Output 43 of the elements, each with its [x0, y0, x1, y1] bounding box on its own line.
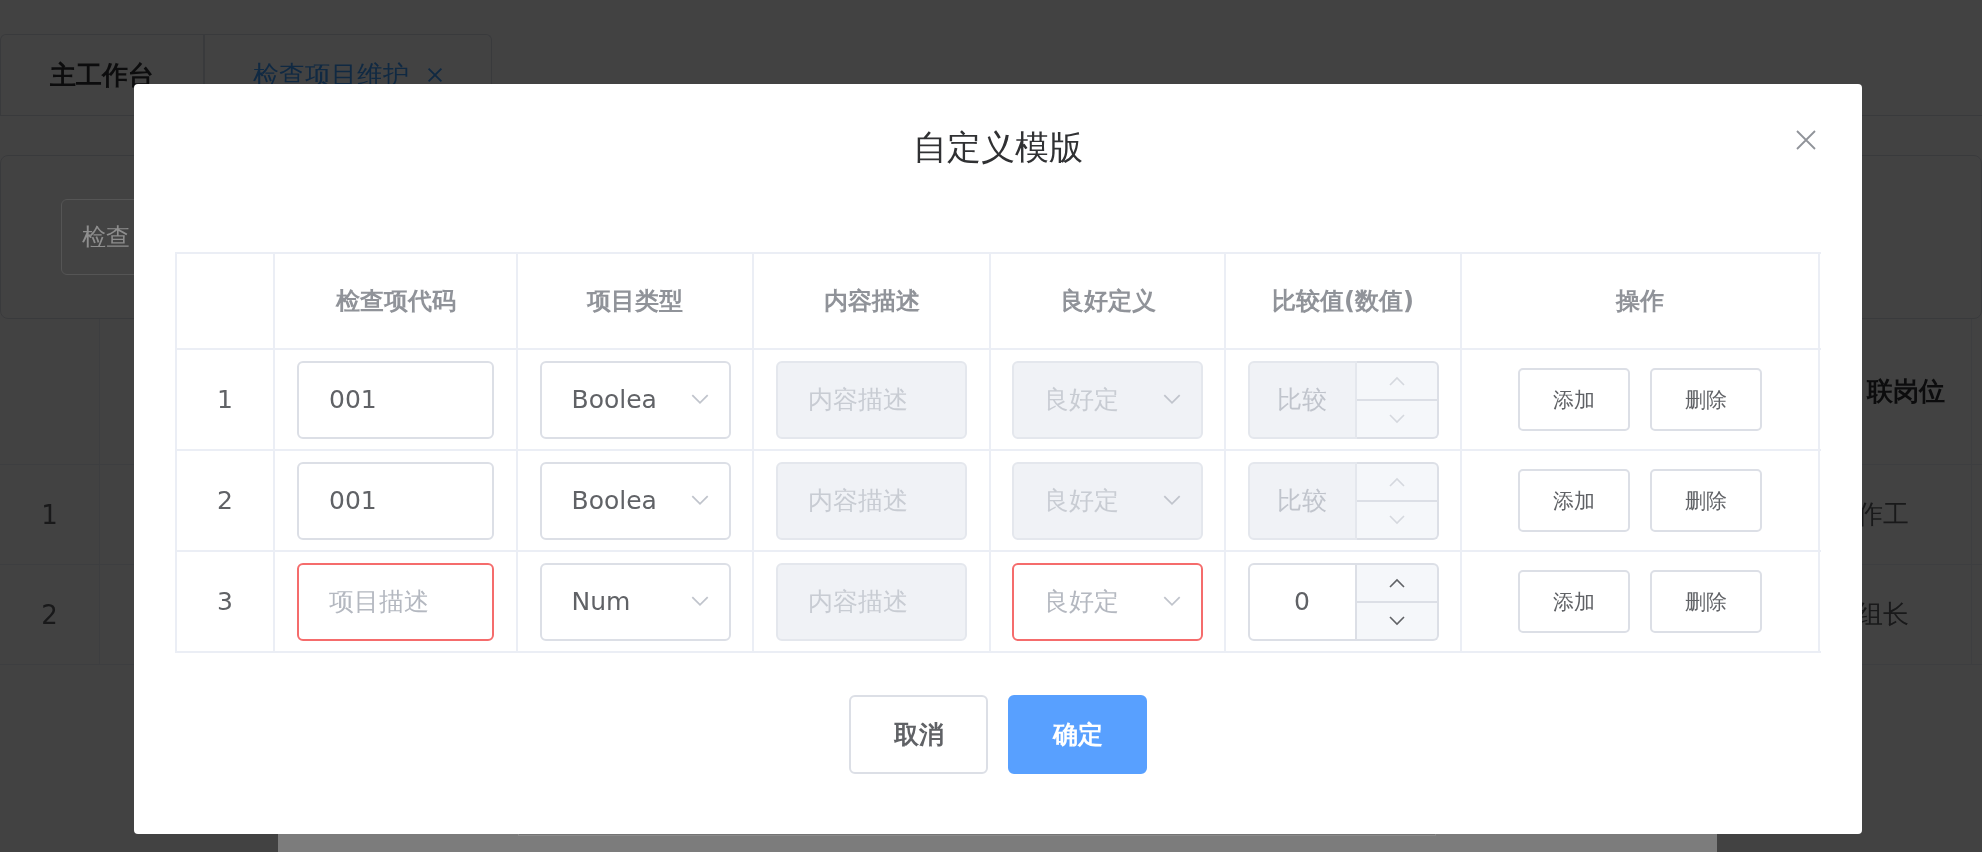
chevron-down-icon: [690, 495, 709, 506]
decrement-button[interactable]: [1356, 602, 1439, 641]
row-number: 3: [217, 587, 233, 616]
close-icon[interactable]: [1796, 130, 1816, 150]
chevron-down-icon: [1388, 413, 1405, 424]
code-field[interactable]: 001: [297, 360, 494, 439]
chevron-up-icon: [1388, 476, 1405, 487]
row-number: 1: [217, 385, 233, 414]
decrement-button[interactable]: [1356, 400, 1439, 439]
row-number: 2: [217, 486, 233, 515]
chevron-down-icon: [1163, 596, 1181, 607]
chevron-down-icon: [1163, 394, 1181, 405]
action-button[interactable]: 删除: [1650, 570, 1762, 633]
action-button[interactable]: 删除: [1650, 368, 1762, 431]
column-header: 良好定义: [1059, 286, 1156, 317]
increment-button[interactable]: [1356, 360, 1439, 401]
type-select[interactable]: Boolea: [539, 461, 731, 540]
increment-button[interactable]: [1356, 562, 1439, 603]
column-header: 操作: [1616, 286, 1664, 317]
column-header: 检查项代码: [335, 286, 456, 317]
action-button[interactable]: 添加: [1518, 469, 1630, 532]
action-button[interactable]: 删除: [1650, 469, 1762, 532]
column-header: 内容描述: [823, 286, 920, 317]
chevron-down-icon: [1388, 615, 1405, 626]
code-field[interactable]: 项目描述: [297, 562, 494, 641]
increment-button[interactable]: [1356, 461, 1439, 502]
chevron-down-icon: [1163, 495, 1181, 506]
action-button[interactable]: 添加: [1518, 368, 1630, 431]
type-select[interactable]: Num: [539, 562, 731, 641]
dialog-title: 自定义模版: [912, 126, 1084, 169]
chevron-down-icon: [1388, 514, 1405, 525]
chevron-down-icon: [690, 394, 709, 405]
decrement-button[interactable]: [1356, 501, 1439, 540]
chevron-up-icon: [1388, 577, 1405, 588]
column-header: 项目类型: [587, 286, 683, 317]
number-field[interactable]: 0: [1247, 562, 1357, 641]
chevron-down-icon: [690, 596, 709, 607]
action-button[interactable]: 添加: [1518, 570, 1630, 633]
type-select[interactable]: Boolea: [539, 360, 731, 439]
chevron-up-icon: [1388, 375, 1405, 386]
cancel-button[interactable]: 取消: [849, 695, 988, 774]
column-header: 比较值(数值): [1272, 286, 1414, 317]
code-field[interactable]: 001: [297, 461, 494, 540]
